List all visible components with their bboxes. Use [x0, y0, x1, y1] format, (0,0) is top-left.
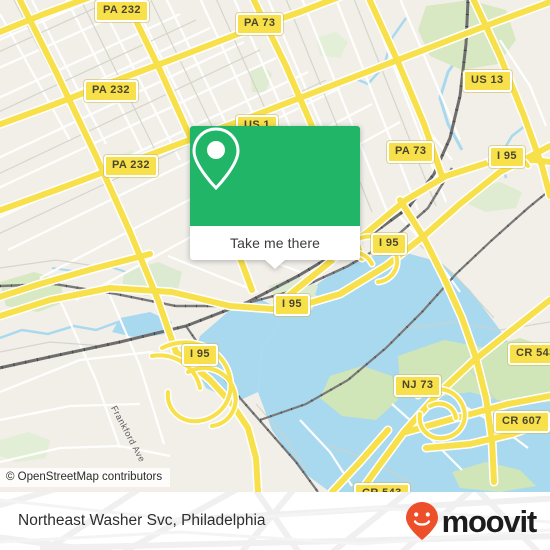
road-shield: I 95	[274, 294, 310, 316]
road-shield: PA 232	[104, 155, 158, 177]
road-shield: I 95	[182, 344, 218, 366]
road-shield: PA 73	[387, 141, 435, 163]
footer-bar: Northeast Washer Svc, Philadelphia moovi…	[0, 492, 550, 550]
road-shield: PA 232	[84, 80, 138, 102]
take-me-there-label: Take me there	[229, 235, 320, 251]
map-canvas[interactable]: PA 232 PA 73 US 13 PA 232 US 1 PA 73 I 9…	[0, 0, 550, 492]
road-shield: I 95	[489, 146, 525, 168]
road-shield: PA 73	[236, 13, 284, 35]
road-shield: CR 543	[354, 483, 410, 492]
road-shield: CR 607	[494, 411, 550, 433]
location-title-text: Northeast Washer Svc, Philadelphia	[18, 512, 266, 529]
map-screenshot: PA 232 PA 73 US 13 PA 232 US 1 PA 73 I 9…	[0, 0, 550, 550]
callout-action[interactable]: Take me there	[190, 226, 360, 269]
osm-attribution[interactable]: © OpenStreetMap contributors	[0, 468, 171, 487]
road-shield: PA 232	[95, 0, 149, 22]
road-shield: CR 543	[508, 343, 550, 365]
location-title: Northeast Washer Svc, Philadelphia	[18, 492, 266, 550]
callout-icon-area	[190, 126, 360, 226]
road-shield: I 95	[371, 233, 407, 255]
moovit-wordmark: moovit	[441, 503, 538, 539]
map-pin-icon	[192, 127, 240, 191]
moovit-smiley-pin-icon	[405, 502, 438, 540]
callout-pointer	[265, 260, 285, 269]
moovit-logo[interactable]: moovit	[405, 492, 538, 550]
location-callout-card[interactable]: Take me there	[190, 126, 360, 269]
road-shield: NJ 73	[394, 375, 442, 397]
road-shield: US 13	[463, 70, 512, 92]
